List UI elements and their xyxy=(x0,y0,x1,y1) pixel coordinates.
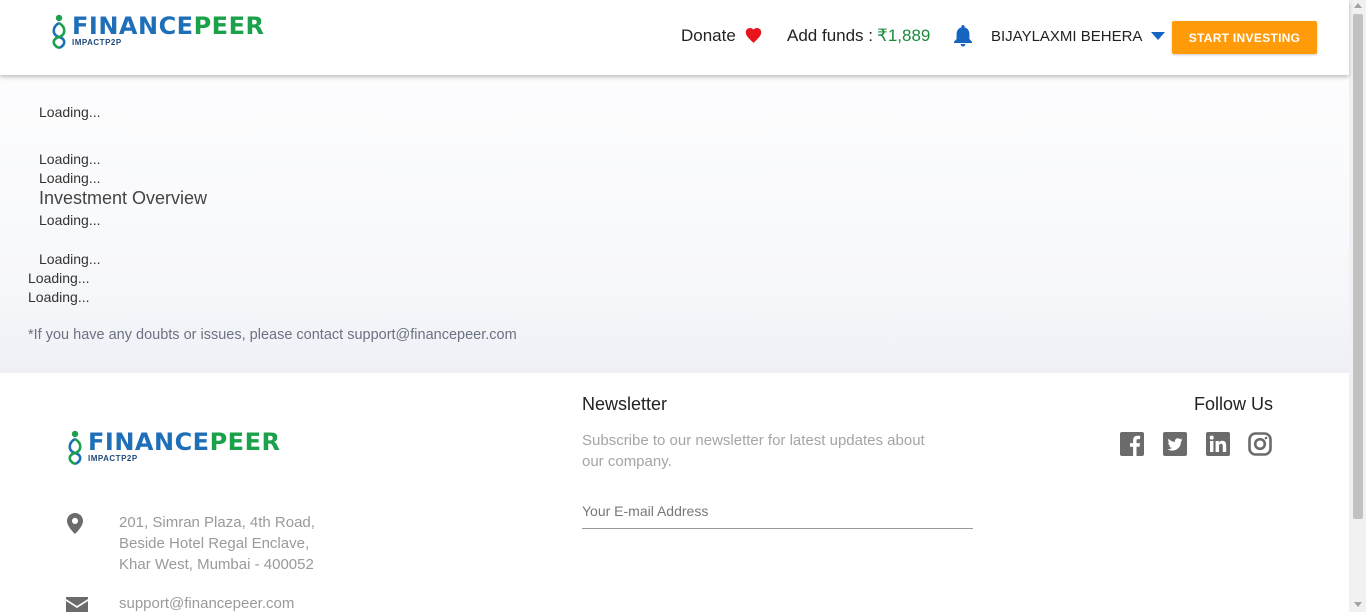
footer-logo[interactable]: FINANCEPEER IMPACTP2P xyxy=(66,429,280,465)
investment-overview-heading: Investment Overview xyxy=(39,188,208,208)
logo-mark-icon xyxy=(68,430,82,465)
follow-us-heading: Follow Us xyxy=(1194,394,1274,414)
donate-link[interactable]: Donate xyxy=(681,22,763,50)
address-line: 201, Simran Plaza, 4th Road, xyxy=(119,514,315,531)
loading-indicator: Loading... xyxy=(39,170,101,186)
loading-indicator: Loading... xyxy=(28,270,90,286)
brand-name-part2: PEER xyxy=(209,428,281,456)
user-name: BIJAYLAXMI BEHERA xyxy=(991,27,1143,45)
top-header: FINANCEPEER IMPACTP2P Donate Add funds :… xyxy=(0,0,1349,75)
address-line: Khar West, Mumbai - 400052 xyxy=(119,556,314,573)
support-note: *If you have any doubts or issues, pleas… xyxy=(28,327,517,343)
newsletter-heading: Newsletter xyxy=(582,394,668,414)
location-pin-icon xyxy=(67,513,83,539)
loading-indicator: Loading... xyxy=(39,104,101,120)
start-investing-button[interactable]: START INVESTING xyxy=(1172,21,1317,54)
loading-indicator: Loading... xyxy=(28,289,90,305)
scroll-up-arrow-icon[interactable] xyxy=(1354,3,1362,8)
main-content: Loading... Loading... Loading... Investm… xyxy=(0,75,1349,373)
bell-icon[interactable] xyxy=(953,22,973,50)
loading-indicator: Loading... xyxy=(39,251,101,267)
brand-name-part2: PEER xyxy=(193,12,265,40)
footer-email-link[interactable]: support@financepeer.com xyxy=(119,595,294,612)
envelope-icon xyxy=(66,597,88,612)
loading-indicator: Loading... xyxy=(39,151,101,167)
heart-icon xyxy=(744,27,763,45)
add-funds-label: Add funds : xyxy=(787,26,874,45)
newsletter-description: Subscribe to our newsletter for latest u… xyxy=(582,432,925,470)
add-funds-link[interactable]: Add funds : ₹1,889 xyxy=(787,22,930,50)
donate-label: Donate xyxy=(681,26,736,45)
facebook-icon[interactable] xyxy=(1120,432,1144,456)
brand-name-part1: FINANCE xyxy=(72,12,194,40)
footer-address: 201, Simran Plaza, 4th Road, Beside Hote… xyxy=(119,512,315,575)
instagram-icon[interactable] xyxy=(1248,432,1272,456)
scroll-down-arrow-icon[interactable] xyxy=(1354,602,1362,607)
linkedin-icon[interactable] xyxy=(1206,432,1230,456)
newsletter-email-input[interactable] xyxy=(582,493,973,529)
financepeer-logo[interactable]: FINANCEPEER IMPACTP2P xyxy=(50,13,264,49)
user-menu[interactable]: BIJAYLAXMI BEHERA xyxy=(991,22,1166,50)
address-line: Beside Hotel Regal Enclave, xyxy=(119,535,310,552)
funds-balance: ₹1,889 xyxy=(877,26,931,45)
brand-tagline: IMPACTP2P xyxy=(88,454,138,463)
scrollbar-thumb[interactable] xyxy=(1353,14,1363,519)
logo-mark-icon xyxy=(52,14,66,49)
loading-indicator: Loading... xyxy=(39,212,101,228)
caret-down-icon xyxy=(1151,32,1166,40)
site-footer: FINANCEPEER IMPACTP2P 201, Simran Plaza,… xyxy=(0,373,1349,612)
twitter-icon[interactable] xyxy=(1163,432,1187,456)
brand-tagline: IMPACTP2P xyxy=(72,38,122,47)
brand-name-part1: FINANCE xyxy=(88,428,210,456)
